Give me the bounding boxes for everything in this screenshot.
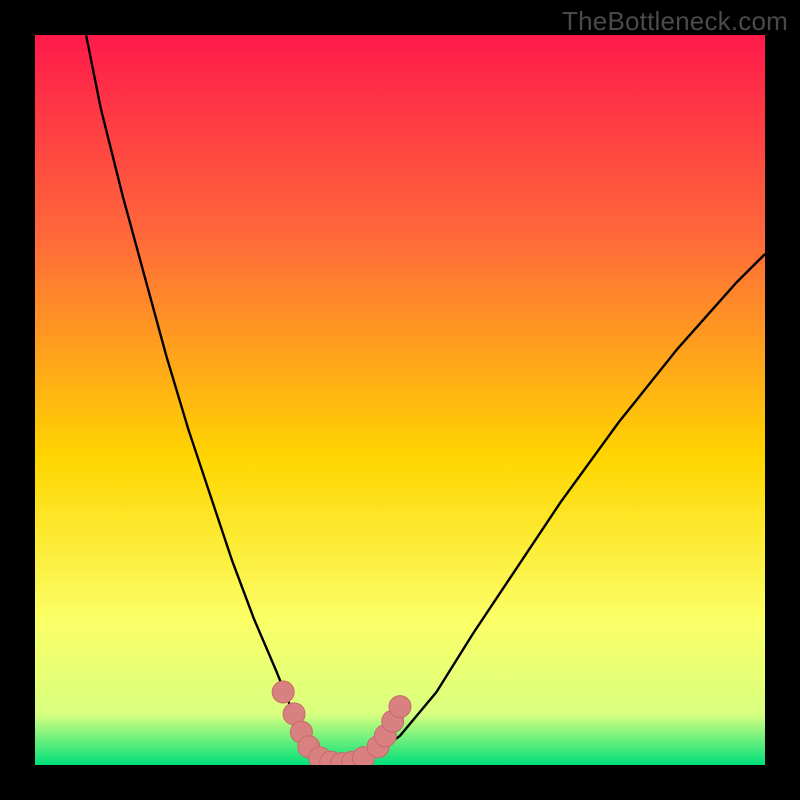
gradient-background (35, 35, 765, 765)
chart-svg (35, 35, 765, 765)
data-marker (272, 681, 294, 703)
plot-area (35, 35, 765, 765)
chart-frame: TheBottleneck.com (0, 0, 800, 800)
data-marker (389, 696, 411, 718)
watermark-text: TheBottleneck.com (562, 6, 788, 37)
